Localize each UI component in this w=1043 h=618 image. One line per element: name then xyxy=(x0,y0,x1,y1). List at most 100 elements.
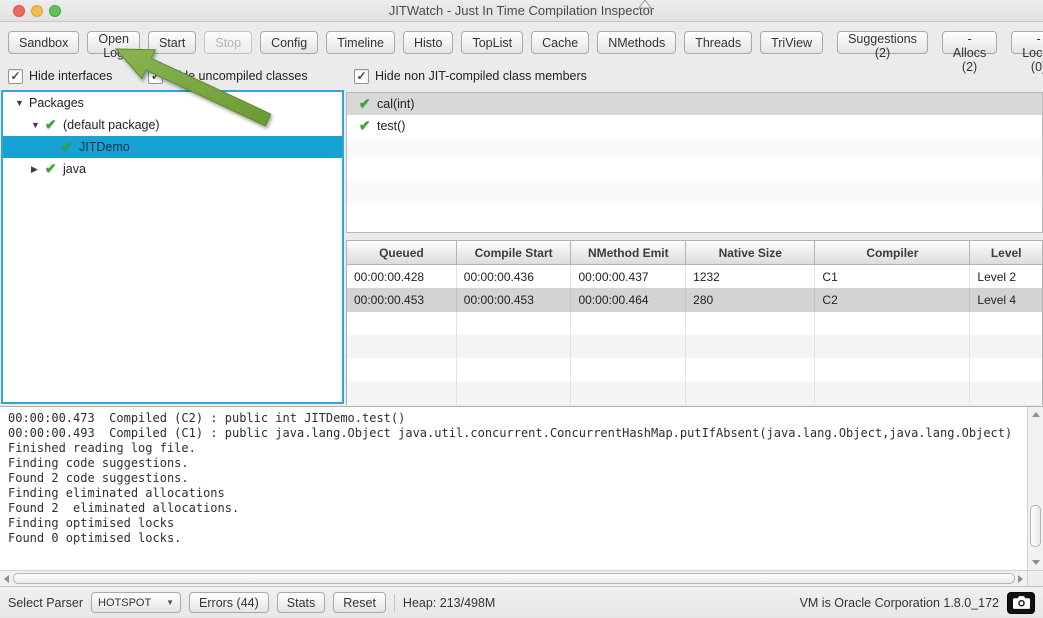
checkbox-hide-interfaces[interactable]: ✓ Hide interfaces xyxy=(8,69,112,84)
toolbar-button-timeline[interactable]: Timeline xyxy=(326,31,395,54)
select-parser-label: Select Parser xyxy=(8,596,83,610)
chevron-collapsed-icon[interactable]: ▶ xyxy=(31,164,45,175)
chevron-down-icon: ▼ xyxy=(166,598,174,607)
status-button-stats[interactable]: Stats xyxy=(277,592,326,613)
toolbar-button-suggestions-2[interactable]: Suggestions (2) xyxy=(837,31,928,54)
member-empty-row xyxy=(347,159,1042,181)
column-header-native-size[interactable]: Native Size xyxy=(686,241,815,264)
table-cell xyxy=(686,358,815,381)
scroll-right-icon[interactable] xyxy=(1018,575,1023,583)
scroll-up-icon[interactable] xyxy=(1032,412,1040,417)
member-label: cal(int) xyxy=(377,97,415,111)
compilations-table-body: 00:00:00.42800:00:00.43600:00:00.4371232… xyxy=(347,265,1042,405)
checkbox-hide-uncompiled-classes[interactable]: ✓ Hide uncompiled classes xyxy=(148,69,307,84)
chevron-expanded-icon[interactable]: ▼ xyxy=(15,98,29,108)
toolbar-button-cache[interactable]: Cache xyxy=(531,31,589,54)
table-cell xyxy=(970,358,1042,381)
table-cell xyxy=(970,312,1042,335)
member-empty-row xyxy=(347,203,1042,225)
table-cell xyxy=(571,335,686,358)
table-empty-row xyxy=(347,312,1042,335)
column-header-nmethod-emit[interactable]: NMethod Emit xyxy=(571,241,686,264)
member-item-cal-int[interactable]: ✔cal(int) xyxy=(347,93,1042,115)
table-cell: 280 xyxy=(686,288,815,311)
screenshot-button[interactable] xyxy=(1007,592,1035,614)
class-member-list: ✔cal(int)✔test() xyxy=(346,92,1043,233)
horizontal-scrollbar-thumb[interactable] xyxy=(13,573,1015,584)
title-bar: JITWatch - Just In Time Compilation Insp… xyxy=(0,0,1043,22)
table-cell xyxy=(571,312,686,335)
tree-item-packages[interactable]: ▼Packages xyxy=(3,92,342,114)
table-empty-row xyxy=(347,335,1042,358)
status-button-reset[interactable]: Reset xyxy=(333,592,386,613)
chevron-expanded-icon[interactable]: ▼ xyxy=(31,120,45,130)
table-cell: 00:00:00.436 xyxy=(457,265,572,288)
member-label: test() xyxy=(377,119,405,133)
jitwatch-window: JITWatch - Just In Time Compilation Insp… xyxy=(0,0,1043,618)
table-cell xyxy=(347,381,457,404)
checkbox-label: Hide interfaces xyxy=(29,69,112,83)
toolbar-button-open-log[interactable]: Open Log xyxy=(87,31,140,54)
compilations-table-header: QueuedCompile StartNMethod EmitNative Si… xyxy=(347,241,1042,265)
right-filter-row: ✓Hide non JIT-compiled class members xyxy=(346,62,1043,90)
toolbar-button-sandbox[interactable]: Sandbox xyxy=(8,31,79,54)
toolbar-button-toplist[interactable]: TopList xyxy=(461,31,523,54)
toolbar-button-threads[interactable]: Threads xyxy=(684,31,752,54)
table-cell xyxy=(457,358,572,381)
table-row[interactable]: 00:00:00.42800:00:00.43600:00:00.4371232… xyxy=(347,265,1042,288)
column-header-compiler[interactable]: Compiler xyxy=(815,241,970,264)
table-cell xyxy=(815,381,970,404)
left-filter-row: ✓ Hide interfaces ✓ Hide uncompiled classes xyxy=(0,62,345,90)
checkbox-hide-non-jit-compiled-class-members[interactable]: ✓Hide non JIT-compiled class members xyxy=(354,69,587,84)
table-cell: Level 4 xyxy=(970,288,1042,311)
mouse-cursor-icon xyxy=(636,0,654,9)
table-cell xyxy=(815,358,970,381)
toolbar-button-allocs-2[interactable]: -Allocs (2) xyxy=(942,31,997,54)
toolbar-button-nmethods[interactable]: NMethods xyxy=(597,31,676,54)
table-cell: Level 2 xyxy=(970,265,1042,288)
table-cell: 00:00:00.437 xyxy=(571,265,686,288)
compiled-check-icon: ✔ xyxy=(359,97,377,111)
checkbox-label: Hide uncompiled classes xyxy=(169,69,307,83)
table-cell: 00:00:00.464 xyxy=(571,288,686,311)
toolbar-button-histo[interactable]: Histo xyxy=(403,31,453,54)
tree-item-jitdemo[interactable]: ✔JITDemo xyxy=(3,136,342,158)
column-header-compile-start[interactable]: Compile Start xyxy=(457,241,572,264)
vertical-scrollbar-thumb[interactable] xyxy=(1030,505,1041,547)
table-cell xyxy=(686,381,815,404)
toolbar-button-stop[interactable]: Stop xyxy=(204,31,252,54)
scroll-down-icon[interactable] xyxy=(1032,560,1040,565)
member-item-test[interactable]: ✔test() xyxy=(347,115,1042,137)
scroll-left-icon[interactable] xyxy=(4,575,9,583)
checkbox-label: Hide non JIT-compiled class members xyxy=(375,69,587,83)
table-cell: C2 xyxy=(815,288,970,311)
checkbox-icon: ✓ xyxy=(8,69,23,84)
toolbar-button-triview[interactable]: TriView xyxy=(760,31,823,54)
status-divider xyxy=(394,594,395,612)
checkbox-icon: ✓ xyxy=(148,69,163,84)
status-button-errors-44[interactable]: Errors (44) xyxy=(189,592,269,613)
parser-select[interactable]: HOTSPOT ▼ xyxy=(91,592,181,613)
toolbar-button-config[interactable]: Config xyxy=(260,31,318,54)
status-buttons: Errors (44) Stats Reset xyxy=(189,592,386,613)
member-empty-row xyxy=(347,137,1042,159)
column-header-level[interactable]: Level xyxy=(970,241,1042,264)
table-cell xyxy=(686,312,815,335)
window-title: JITWatch - Just In Time Compilation Insp… xyxy=(0,3,1043,18)
column-header-queued[interactable]: Queued xyxy=(347,241,457,264)
log-vertical-scrollbar[interactable] xyxy=(1027,407,1043,570)
toolbar-button-locks-0[interactable]: -Locks (0) xyxy=(1011,31,1043,54)
log-text: 00:00:00.473 Compiled (C2) : public int … xyxy=(0,407,1026,569)
heap-usage: Heap: 213/498M xyxy=(403,596,495,610)
table-cell xyxy=(347,358,457,381)
tree-item-java[interactable]: ▶✔java xyxy=(3,158,342,180)
table-row[interactable]: 00:00:00.45300:00:00.45300:00:00.464280C… xyxy=(347,288,1042,311)
toolbar-button-start[interactable]: Start xyxy=(148,31,196,54)
log-horizontal-scrollbar[interactable] xyxy=(0,570,1027,586)
scrollbar-corner xyxy=(1027,570,1043,586)
status-bar: Select Parser HOTSPOT ▼ Errors (44) Stats… xyxy=(0,587,1043,618)
table-cell xyxy=(970,381,1042,404)
table-cell xyxy=(347,312,457,335)
table-cell xyxy=(457,312,572,335)
tree-item-default-package[interactable]: ▼✔(default package) xyxy=(3,114,342,136)
